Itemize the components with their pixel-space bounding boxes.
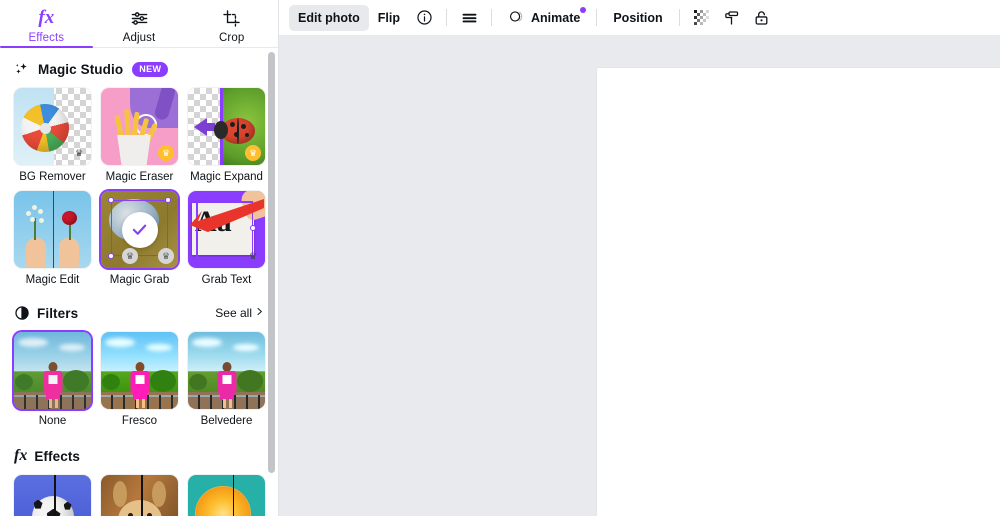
design-canvas-area[interactable] (279, 36, 1000, 516)
filters-icon (14, 305, 30, 321)
filter-none-thumbnail (14, 332, 91, 409)
filters-row: None Fresco Belvedere (14, 332, 265, 427)
sparkles-icon (14, 61, 31, 78)
filter-belvedere-thumbnail (188, 332, 265, 409)
animate-label: Animate (531, 10, 581, 25)
magic-eraser-thumbnail: ♛ (101, 88, 178, 165)
magic-grab-thumbnail: ♛ ♛ (101, 191, 178, 268)
section-title-effects: Effects (34, 448, 81, 464)
info-icon[interactable] (409, 5, 439, 31)
sliders-icon (130, 8, 149, 29)
pro-crown-icon: ♛ (74, 147, 84, 158)
transparency-grid-icon[interactable] (687, 5, 717, 31)
edit-photo-button[interactable]: Edit photo (289, 4, 369, 31)
effect-orange-slice-thumbnail (188, 475, 265, 516)
toolbar-divider-3 (596, 9, 598, 26)
filter-none-label: None (38, 415, 67, 427)
grab-text-thumbnail: Aa ♛ (188, 191, 265, 268)
tool-magic-eraser-label: Magic Eraser (105, 171, 174, 183)
panel-tab-bar: fx Effects Adjust Crop (0, 0, 278, 48)
section-title-filters: Filters (37, 305, 79, 321)
paint-roller-icon[interactable] (717, 5, 747, 31)
tab-adjust[interactable]: Adjust (93, 0, 186, 47)
tab-effects[interactable]: fx Effects (0, 0, 93, 48)
filter-fresco-label: Fresco (121, 415, 158, 427)
toolbar-divider-1 (446, 9, 448, 26)
pro-crown-icon: ♛ (158, 248, 174, 264)
effect-dog-portrait[interactable] (101, 475, 178, 516)
pro-crown-icon: ♛ (245, 145, 261, 161)
effect-soccer-ball-thumbnail (14, 475, 91, 516)
flip-button[interactable]: Flip (369, 5, 409, 31)
tool-bg-remover-label: BG Remover (19, 171, 86, 183)
design-page[interactable] (597, 68, 1000, 516)
chevron-right-icon (255, 306, 264, 320)
tool-grab-text[interactable]: Aa ♛ Grab Text (188, 191, 265, 286)
tab-effects-label: Effects (28, 31, 65, 44)
section-header-magic-studio: Magic Studio NEW (14, 54, 264, 84)
tool-magic-expand-label: Magic Expand (190, 171, 263, 183)
tab-crop-label: Crop (219, 31, 245, 44)
tool-grab-text-label: Grab Text (201, 274, 252, 286)
tool-bg-remover[interactable]: ♛ BG Remover (14, 88, 91, 183)
animate-button[interactable]: Animate (499, 5, 589, 31)
canva-photo-editor: fx Effects Adjust Crop Magic Studio NEW … (0, 0, 1000, 516)
selected-check-icon (121, 211, 158, 248)
magic-expand-thumbnail: ♛ (188, 88, 265, 165)
panel-scrollbar[interactable] (268, 52, 275, 510)
fx-icon: fx (38, 7, 55, 28)
fx-icon: fx (14, 447, 28, 464)
tab-crop[interactable]: Crop (185, 0, 278, 47)
effects-row (14, 475, 265, 516)
unlocked-padlock-icon[interactable] (747, 5, 777, 31)
magic-studio-row-1: ♛ BG Remover ♛ Magic Eraser ♛ Magic Expa… (14, 88, 265, 183)
animate-circles-icon (508, 8, 525, 28)
toolbar-divider-2 (491, 9, 493, 26)
filter-none[interactable]: None (14, 332, 91, 427)
effects-side-panel: fx Effects Adjust Crop Magic Studio NEW … (0, 0, 279, 516)
section-header-filters: Filters See all (14, 298, 264, 328)
tool-magic-grab[interactable]: ♛ ♛ Magic Grab (101, 191, 178, 286)
position-button[interactable]: Position (604, 5, 671, 31)
crop-icon (222, 8, 241, 29)
filter-fresco[interactable]: Fresco (101, 332, 178, 427)
bg-remover-thumbnail: ♛ (14, 88, 91, 165)
animate-new-dot-badge (580, 6, 587, 13)
effect-soccer-ball[interactable] (14, 475, 91, 516)
pro-crown-icon: ♛ (248, 250, 258, 261)
tool-magic-edit-label: Magic Edit (25, 274, 80, 286)
magic-studio-row-2: Magic Edit ♛ ♛ Magic Grab Aa ♛ Grab Text (14, 191, 265, 286)
tool-magic-expand[interactable]: ♛ Magic Expand (188, 88, 265, 183)
see-all-label: See all (215, 306, 252, 320)
new-badge: NEW (132, 61, 169, 77)
pro-crown-icon-left: ♛ (122, 248, 138, 264)
tool-magic-grab-label: Magic Grab (109, 274, 170, 286)
panel-scroll-body: Magic Studio NEW ♛ BG Remover ♛ Magic Er… (0, 48, 278, 516)
magic-edit-thumbnail (14, 191, 91, 268)
tool-magic-edit[interactable]: Magic Edit (14, 191, 91, 286)
top-toolbar: Edit photo Flip Animate Position (279, 0, 1000, 36)
tool-magic-eraser[interactable]: ♛ Magic Eraser (101, 88, 178, 183)
pro-crown-icon: ♛ (158, 145, 174, 161)
section-header-effects: fx Effects (14, 441, 264, 471)
toolbar-divider-4 (678, 9, 680, 26)
filter-fresco-thumbnail (101, 332, 178, 409)
editor-main: Edit photo Flip Animate Position (279, 0, 1000, 516)
horizontal-lines-icon[interactable] (454, 5, 484, 31)
filter-belvedere[interactable]: Belvedere (188, 332, 265, 427)
tab-adjust-label: Adjust (122, 31, 156, 44)
filters-see-all-button[interactable]: See all (215, 306, 264, 320)
effect-dog-portrait-thumbnail (101, 475, 178, 516)
panel-scrollbar-thumb[interactable] (268, 52, 275, 474)
filter-belvedere-label: Belvedere (200, 415, 253, 427)
effect-orange-slice[interactable] (188, 475, 265, 516)
section-title-magic-studio: Magic Studio (38, 61, 124, 77)
